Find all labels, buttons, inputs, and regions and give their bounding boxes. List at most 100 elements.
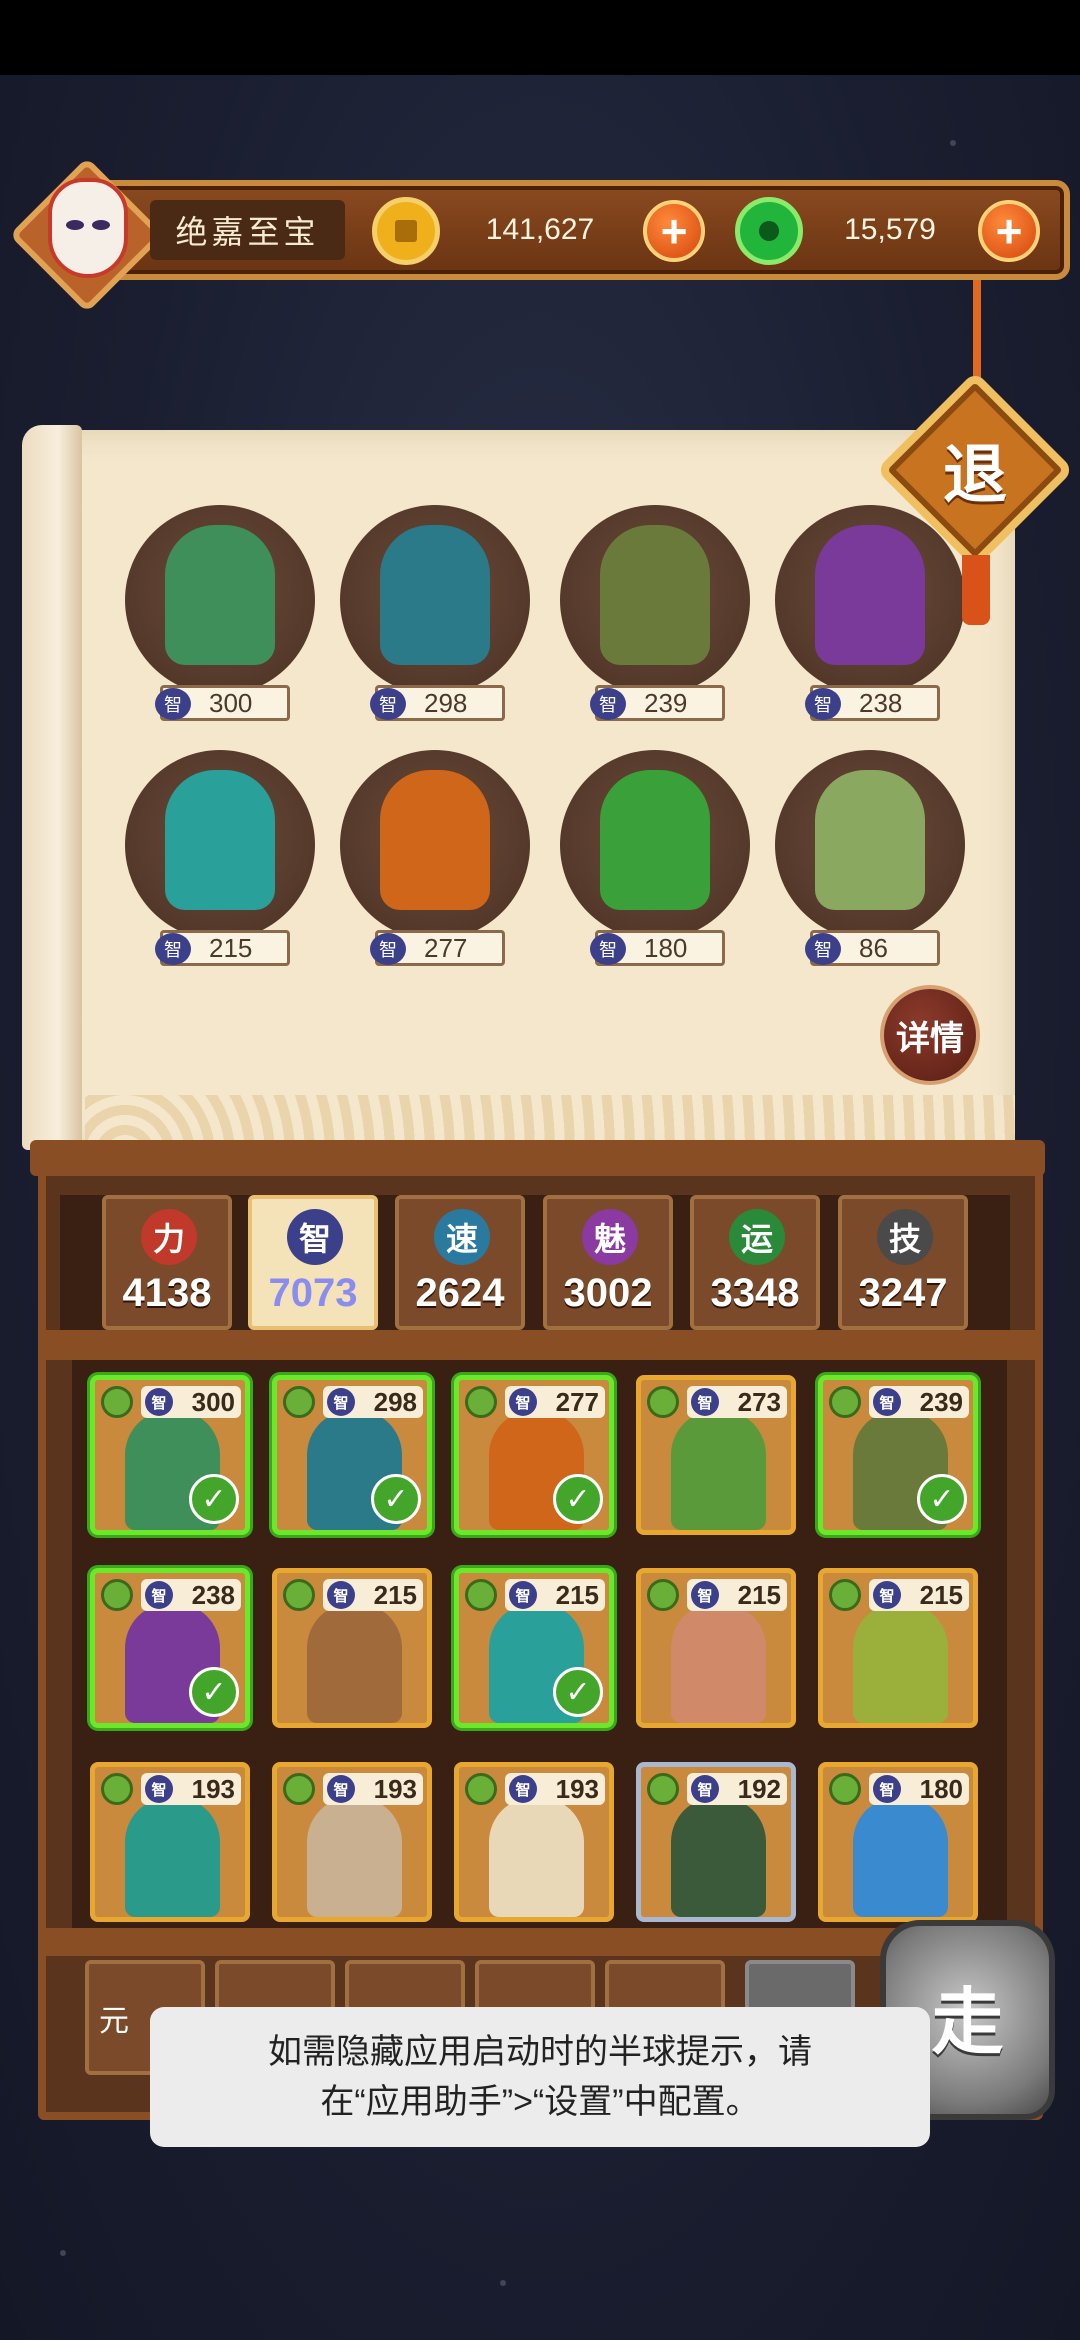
intelligence-icon: 智: [873, 1581, 901, 1609]
hero-stat-value: 238: [191, 1579, 235, 1610]
hero-figure: [380, 770, 490, 910]
status-bar: [0, 0, 1080, 75]
hero-figure: [853, 1603, 948, 1723]
hero-stat-tag: 智 277: [370, 930, 505, 966]
intelligence-icon: 智: [805, 688, 841, 720]
selected-hero-card[interactable]: 智 277: [335, 740, 535, 970]
hero-stat-value: 300: [191, 1386, 235, 1417]
hero-stat-tag: 智 193: [505, 1773, 605, 1805]
shelf-top-rail: [30, 1140, 1045, 1176]
star-decoration: [500, 2280, 506, 2286]
stat-icon: 技: [877, 1209, 933, 1265]
hero-stat-tag: 智 300: [155, 685, 290, 721]
roster-hero-tile[interactable]: 智 298 ✓: [272, 1375, 432, 1535]
hero-stat-tag: 智 215: [323, 1579, 423, 1611]
system-toast: 如需隐藏应用启动时的半球提示，请 在“应用助手”>“设置”中配置。: [150, 2007, 930, 2147]
intelligence-icon: 智: [327, 1775, 355, 1803]
stat-tab[interactable]: 力 4138: [102, 1195, 232, 1330]
selected-hero-card[interactable]: 智 300: [120, 495, 320, 725]
hero-figure: [307, 1603, 402, 1723]
leaf-icon: [101, 1386, 133, 1418]
intelligence-icon: 智: [327, 1388, 355, 1416]
jade-amount: 15,579: [844, 213, 936, 246]
hero-stat-value: 193: [373, 1773, 417, 1804]
intelligence-icon: 智: [873, 1388, 901, 1416]
intelligence-icon: 智: [155, 933, 191, 965]
checkmark-icon: ✓: [553, 1474, 603, 1524]
roster-hero-tile[interactable]: 智 193: [454, 1762, 614, 1922]
hero-stat-value: 193: [191, 1773, 235, 1804]
add-gold-button[interactable]: +: [643, 200, 705, 262]
selected-hero-card[interactable]: 智 298: [335, 495, 535, 725]
roster-hero-tile[interactable]: 智 273: [636, 1375, 796, 1535]
shelf-middle-rail: [40, 1330, 1035, 1360]
roster-hero-tile[interactable]: 智 192: [636, 1762, 796, 1922]
stat-tab[interactable]: 技 3247: [838, 1195, 968, 1330]
leaf-icon: [829, 1773, 861, 1805]
hero-figure: [165, 525, 275, 665]
hero-figure: [307, 1797, 402, 1917]
hero-stat-value: 298: [373, 1386, 417, 1417]
intelligence-icon: 智: [590, 933, 626, 965]
details-button[interactable]: 详情: [880, 985, 980, 1085]
selected-hero-card[interactable]: 智 215: [120, 740, 320, 970]
roster-hero-tile[interactable]: 智 180: [818, 1762, 978, 1922]
stat-icon: 速: [434, 1209, 490, 1265]
stat-tab[interactable]: 运 3348: [690, 1195, 820, 1330]
selected-hero-card[interactable]: 智 239: [555, 495, 755, 725]
stat-tab[interactable]: 智 7073: [248, 1195, 378, 1330]
hero-stat-tag: 智 215: [505, 1579, 605, 1611]
add-jade-button[interactable]: +: [978, 200, 1040, 262]
intelligence-icon: 智: [691, 1775, 719, 1803]
intelligence-icon: 智: [805, 933, 841, 965]
hero-stat-value: 277: [424, 932, 468, 963]
hero-stat-value: 192: [737, 1773, 781, 1804]
stat-tab[interactable]: 魅 3002: [543, 1195, 673, 1330]
player-avatar[interactable]: [9, 157, 165, 313]
roster-hero-tile[interactable]: 智 215 ✓: [454, 1568, 614, 1728]
leaf-icon: [829, 1386, 861, 1418]
hero-figure: [853, 1797, 948, 1917]
roster-hero-tile[interactable]: 智 238 ✓: [90, 1568, 250, 1728]
hero-stat-value: 238: [859, 687, 903, 718]
roster-hero-tile[interactable]: 智 300 ✓: [90, 1375, 250, 1535]
hero-stat-value: 300: [209, 687, 253, 718]
hero-figure: [815, 525, 925, 665]
roster-hero-tile[interactable]: 智 193: [90, 1762, 250, 1922]
selected-hero-card[interactable]: 智 180: [555, 740, 755, 970]
roster-hero-tile[interactable]: 智 215: [636, 1568, 796, 1728]
roster-hero-tile[interactable]: 智 277 ✓: [454, 1375, 614, 1535]
scroll-roller: [22, 425, 82, 1150]
roster-hero-tile[interactable]: 智 193: [272, 1762, 432, 1922]
hero-figure: [489, 1797, 584, 1917]
intelligence-icon: 智: [327, 1581, 355, 1609]
hero-stat-value: 277: [555, 1386, 599, 1417]
leaf-icon: [465, 1386, 497, 1418]
roster-hero-tile[interactable]: 智 215: [272, 1568, 432, 1728]
hero-stat-value: 215: [209, 932, 253, 963]
stat-value: 3002: [563, 1271, 653, 1315]
hero-stat-value: 215: [737, 1579, 781, 1610]
checkmark-icon: ✓: [189, 1474, 239, 1524]
hero-figure: [671, 1410, 766, 1530]
intelligence-icon: 智: [370, 688, 406, 720]
intelligence-icon: 智: [691, 1388, 719, 1416]
checkmark-icon: ✓: [553, 1667, 603, 1717]
roster-hero-tile[interactable]: 智 215: [818, 1568, 978, 1728]
intelligence-icon: 智: [509, 1388, 537, 1416]
leaf-icon: [101, 1579, 133, 1611]
gold-amount: 141,627: [485, 213, 595, 246]
intelligence-icon: 智: [370, 933, 406, 965]
selected-hero-card[interactable]: 智 86: [770, 740, 970, 970]
hero-stat-tag: 智 298: [370, 685, 505, 721]
stat-value: 2624: [415, 1271, 505, 1315]
jade-coin-icon: [735, 197, 803, 265]
leaf-icon: [647, 1773, 679, 1805]
roster-hero-tile[interactable]: 智 239 ✓: [818, 1375, 978, 1535]
intelligence-icon: 智: [691, 1581, 719, 1609]
hero-figure: [125, 1797, 220, 1917]
retreat-button[interactable]: 退: [905, 415, 1045, 525]
stat-icon: 运: [729, 1209, 785, 1265]
toast-line-2: 在“应用助手”>“设置”中配置。: [320, 2083, 760, 2121]
stat-tab[interactable]: 速 2624: [395, 1195, 525, 1330]
